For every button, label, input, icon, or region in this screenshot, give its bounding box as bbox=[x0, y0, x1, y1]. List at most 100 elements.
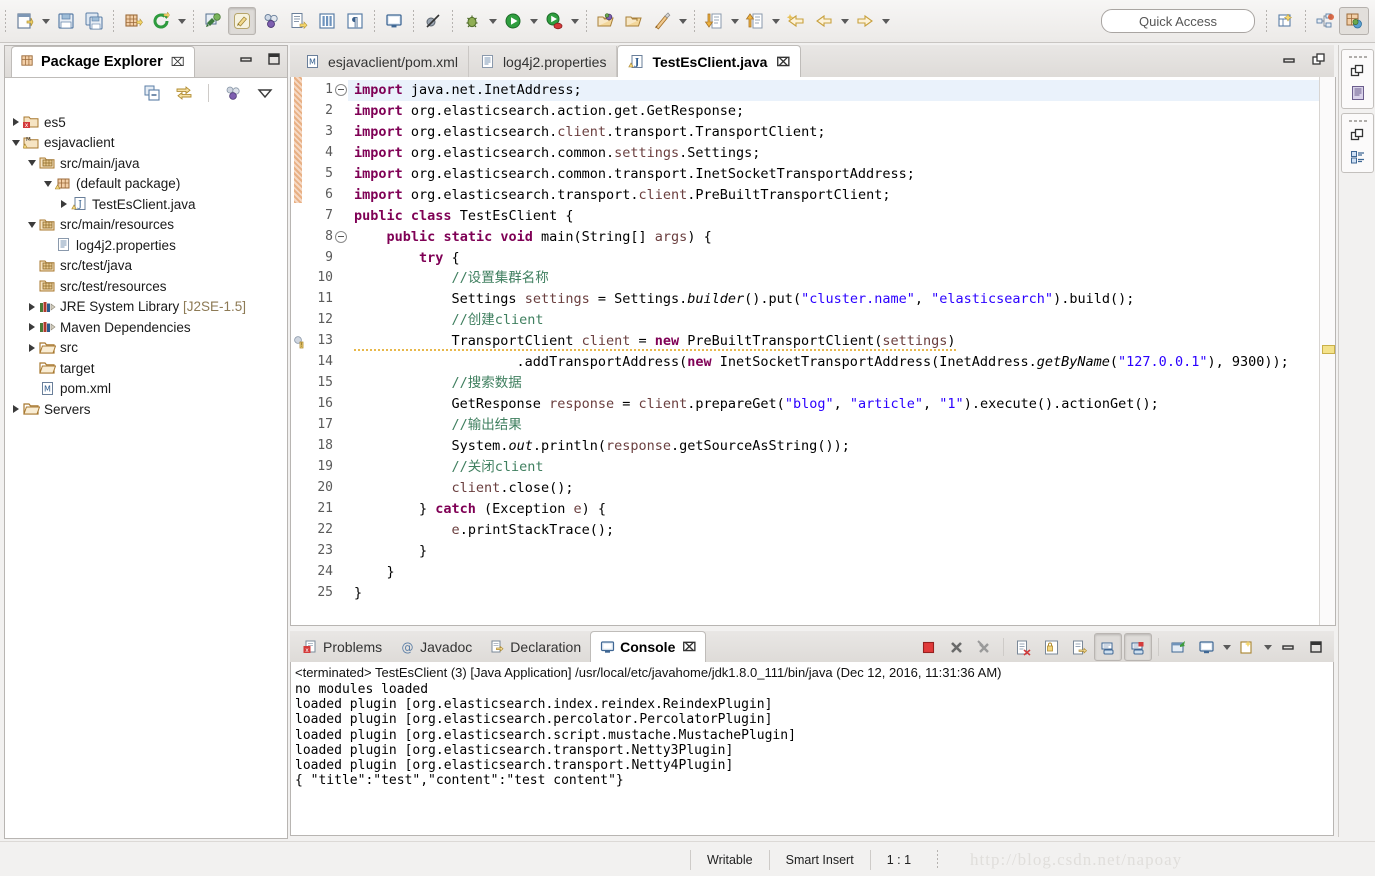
forward-dropdown-arrow[interactable] bbox=[879, 8, 892, 34]
code-line[interactable]: e.printStackTrace(); bbox=[348, 520, 1319, 541]
display-selected-console-icon[interactable] bbox=[1193, 634, 1219, 660]
code-line[interactable]: TransportClient client = new PreBuiltTra… bbox=[348, 331, 1319, 352]
maximize-icon[interactable] bbox=[1303, 634, 1329, 660]
code-line[interactable]: import java.net.InetAddress; bbox=[348, 80, 1319, 101]
fold-collapse-icon[interactable] bbox=[334, 227, 348, 248]
restore-icon[interactable] bbox=[1312, 53, 1326, 70]
display-console-dropdown-arrow[interactable] bbox=[1220, 634, 1233, 660]
code-line[interactable]: System.out.println(response.getSourceAsS… bbox=[348, 436, 1319, 457]
editor-folding-column[interactable] bbox=[334, 77, 348, 625]
code-line[interactable]: } catch (Exception e) { bbox=[348, 499, 1319, 520]
tree-item-esjavaclient[interactable]: Mesjavaclient bbox=[5, 133, 287, 154]
code-line[interactable]: .addTransportAddress(new InetSocketTrans… bbox=[348, 352, 1319, 373]
code-line[interactable]: } bbox=[348, 541, 1319, 562]
twisty-collapsed-icon[interactable] bbox=[25, 320, 39, 334]
tree-item-target[interactable]: target bbox=[5, 358, 287, 379]
previous-annotation-dropdown-arrow[interactable] bbox=[728, 8, 741, 34]
code-line[interactable]: //搜索数据 bbox=[348, 373, 1319, 394]
new-wizard-icon[interactable] bbox=[12, 8, 38, 34]
tree-item-src-test-java[interactable]: src/test/java bbox=[5, 256, 287, 277]
back-dropdown-arrow[interactable] bbox=[838, 8, 851, 34]
code-line[interactable]: Settings settings = Settings.builder().p… bbox=[348, 289, 1319, 310]
open-type-icon[interactable] bbox=[314, 8, 340, 34]
open-console-icon[interactable] bbox=[1234, 634, 1260, 660]
tree-item-jre-system-library[interactable]: JRE System Library [J2SE-1.5] bbox=[5, 297, 287, 318]
twisty-expanded-icon[interactable] bbox=[41, 177, 55, 191]
link-with-editor-icon[interactable] bbox=[171, 80, 197, 106]
tree-item-src[interactable]: src bbox=[5, 338, 287, 359]
code-line[interactable]: import org.elasticsearch.action.get.GetR… bbox=[348, 101, 1319, 122]
show-console-on-output-icon[interactable] bbox=[1094, 633, 1122, 661]
tree-item-default-package[interactable]: (default package) bbox=[5, 174, 287, 195]
editor-tab-log4j2-properties[interactable]: log4j2.properties bbox=[469, 46, 618, 77]
back-icon[interactable] bbox=[811, 8, 837, 34]
tree-item-es5[interactable]: x es5 bbox=[5, 112, 287, 133]
code-line[interactable]: } bbox=[348, 583, 1319, 604]
minimize-icon[interactable] bbox=[1275, 634, 1301, 660]
code-line[interactable]: //关闭client bbox=[348, 457, 1319, 478]
fold-collapse-icon[interactable] bbox=[334, 80, 348, 101]
tree-item-testesclient-java[interactable]: J TestEsClient.java bbox=[5, 194, 287, 215]
editor-overview-ruler[interactable] bbox=[1319, 77, 1335, 625]
open-perspective-icon[interactable] bbox=[593, 8, 619, 34]
code-line[interactable]: client.close(); bbox=[348, 478, 1319, 499]
tree-item-log4j2-properties[interactable]: log4j2.properties bbox=[5, 235, 287, 256]
last-edit-location-icon[interactable] bbox=[783, 8, 809, 34]
tree-item-src-main-resources[interactable]: src/main/resources bbox=[5, 215, 287, 236]
warning-bulb-icon[interactable]: ! bbox=[293, 335, 307, 349]
show-console-on-error-icon[interactable] bbox=[1124, 633, 1152, 661]
link-with-editor-icon[interactable] bbox=[258, 8, 284, 34]
twisty-collapsed-icon[interactable] bbox=[25, 341, 39, 355]
terminate-icon[interactable] bbox=[915, 634, 941, 660]
twisty-collapsed-icon[interactable] bbox=[9, 402, 23, 416]
code-line[interactable]: public class TestEsClient { bbox=[348, 206, 1319, 227]
close-icon[interactable]: ⌧ bbox=[776, 55, 790, 69]
new-annotation-icon[interactable] bbox=[200, 8, 226, 34]
new-perspective-icon[interactable] bbox=[1273, 8, 1299, 34]
open-task-icon[interactable] bbox=[286, 8, 312, 34]
forward-icon[interactable] bbox=[852, 8, 878, 34]
refresh-icon[interactable] bbox=[148, 8, 174, 34]
code-line[interactable]: GetResponse response = client.prepareGet… bbox=[348, 394, 1319, 415]
view-menu-icon[interactable] bbox=[252, 80, 278, 106]
run-external-tools-icon[interactable] bbox=[541, 8, 567, 34]
twisty-collapsed-icon[interactable] bbox=[57, 197, 71, 211]
skip-breakpoints-icon[interactable] bbox=[420, 8, 446, 34]
twisty-collapsed-icon[interactable] bbox=[25, 300, 39, 314]
search-icon[interactable] bbox=[649, 8, 675, 34]
tree-item-maven-dependencies[interactable]: Maven Dependencies bbox=[5, 317, 287, 338]
tree-item-pom-xml[interactable]: Mpom.xml bbox=[5, 379, 287, 400]
tree-item-src-test-resources[interactable]: src/test/resources bbox=[5, 276, 287, 297]
console-tab-console[interactable]: Console ⌧ bbox=[590, 631, 707, 662]
fast-view-outline[interactable] bbox=[1341, 49, 1374, 109]
code-line[interactable]: //输出结果 bbox=[348, 415, 1319, 436]
code-line[interactable]: try { bbox=[348, 248, 1319, 269]
outline-icon[interactable] bbox=[1342, 82, 1373, 104]
code-line[interactable]: import org.elasticsearch.transport.clien… bbox=[348, 185, 1319, 206]
maximize-icon[interactable] bbox=[267, 52, 281, 69]
collapse-all-icon[interactable] bbox=[139, 80, 165, 106]
restore-icon[interactable] bbox=[1342, 124, 1373, 146]
twisty-expanded-icon[interactable] bbox=[25, 218, 39, 232]
run-dropdown-arrow[interactable] bbox=[527, 8, 540, 34]
remove-all-terminated-icon[interactable] bbox=[971, 634, 997, 660]
word-wrap-icon[interactable] bbox=[1066, 634, 1092, 660]
debug-dropdown-arrow[interactable] bbox=[486, 8, 499, 34]
minimize-icon[interactable] bbox=[239, 52, 253, 69]
open-folder-icon[interactable] bbox=[621, 8, 647, 34]
task-list-icon[interactable] bbox=[1342, 146, 1373, 168]
debug-icon[interactable] bbox=[459, 8, 485, 34]
code-line[interactable]: //创建client bbox=[348, 310, 1319, 331]
show-whitespace-icon[interactable]: ¶ bbox=[342, 8, 368, 34]
new-java-package-icon[interactable] bbox=[120, 8, 146, 34]
twisty-expanded-icon[interactable] bbox=[9, 136, 23, 150]
refresh-dropdown-arrow[interactable] bbox=[175, 8, 188, 34]
code-line[interactable]: import org.elasticsearch.common.transpor… bbox=[348, 164, 1319, 185]
toggle-mark-occurrences-icon[interactable] bbox=[228, 7, 256, 35]
scroll-lock-icon[interactable] bbox=[1038, 634, 1064, 660]
view-menu-filters-icon[interactable] bbox=[220, 80, 246, 106]
console-tab-declaration[interactable]: Declaration bbox=[481, 632, 590, 662]
tab-package-explorer[interactable]: Package Explorer ⌧ bbox=[11, 46, 195, 77]
tree-item-src-main-java[interactable]: src/main/java bbox=[5, 153, 287, 174]
tree-item-servers[interactable]: Servers bbox=[5, 399, 287, 420]
